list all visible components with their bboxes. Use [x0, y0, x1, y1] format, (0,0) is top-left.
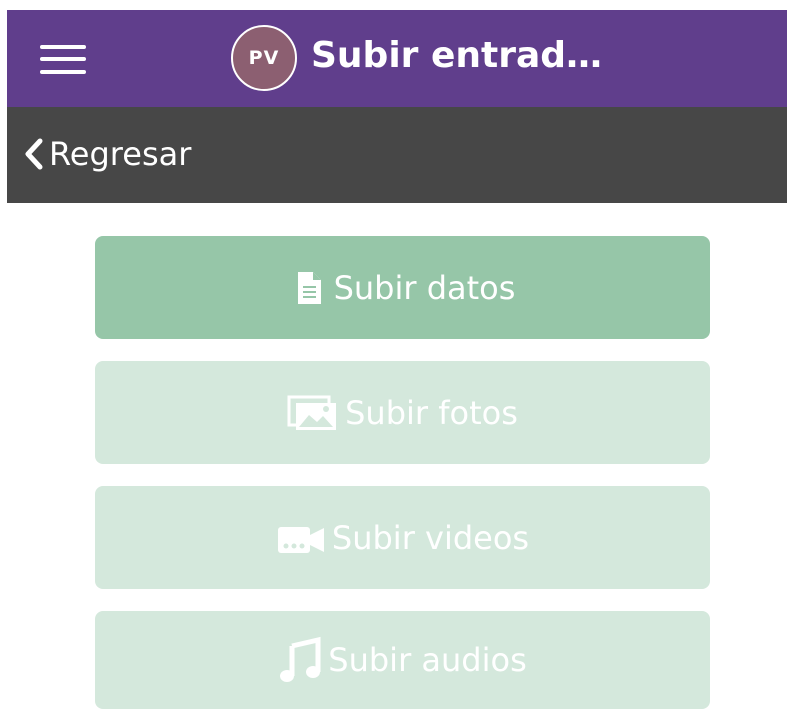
- upload-photos-button[interactable]: Subir fotos: [95, 361, 710, 464]
- chevron-left-icon: [25, 138, 43, 170]
- music-note-icon: [280, 636, 321, 682]
- images-icon: [287, 395, 337, 430]
- document-icon: [297, 271, 321, 304]
- page-title: Subir entrad…: [311, 35, 603, 76]
- upload-videos-label: Subir videos: [331, 518, 530, 557]
- hamburger-icon[interactable]: [40, 43, 88, 75]
- upload-photos-label: Subir fotos: [345, 393, 518, 432]
- avatar[interactable]: PV: [231, 25, 297, 91]
- upload-data-label: Subir datos: [333, 268, 516, 307]
- navigation-bar: Regresar: [7, 107, 787, 203]
- back-button[interactable]: Regresar: [23, 131, 191, 177]
- upload-audios-label: Subir audios: [328, 641, 527, 679]
- upload-videos-button[interactable]: Subir videos: [95, 486, 710, 589]
- upload-data-button[interactable]: Subir datos: [95, 236, 710, 339]
- upload-audios-button[interactable]: Subir audios: [95, 611, 710, 709]
- back-label: Regresar: [49, 135, 192, 173]
- upload-entry-screen: PV Subir entrad… Regresar Subir datos Su…: [0, 0, 787, 709]
- app-header: PV Subir entrad…: [7, 10, 787, 107]
- video-camera-icon: [277, 526, 324, 553]
